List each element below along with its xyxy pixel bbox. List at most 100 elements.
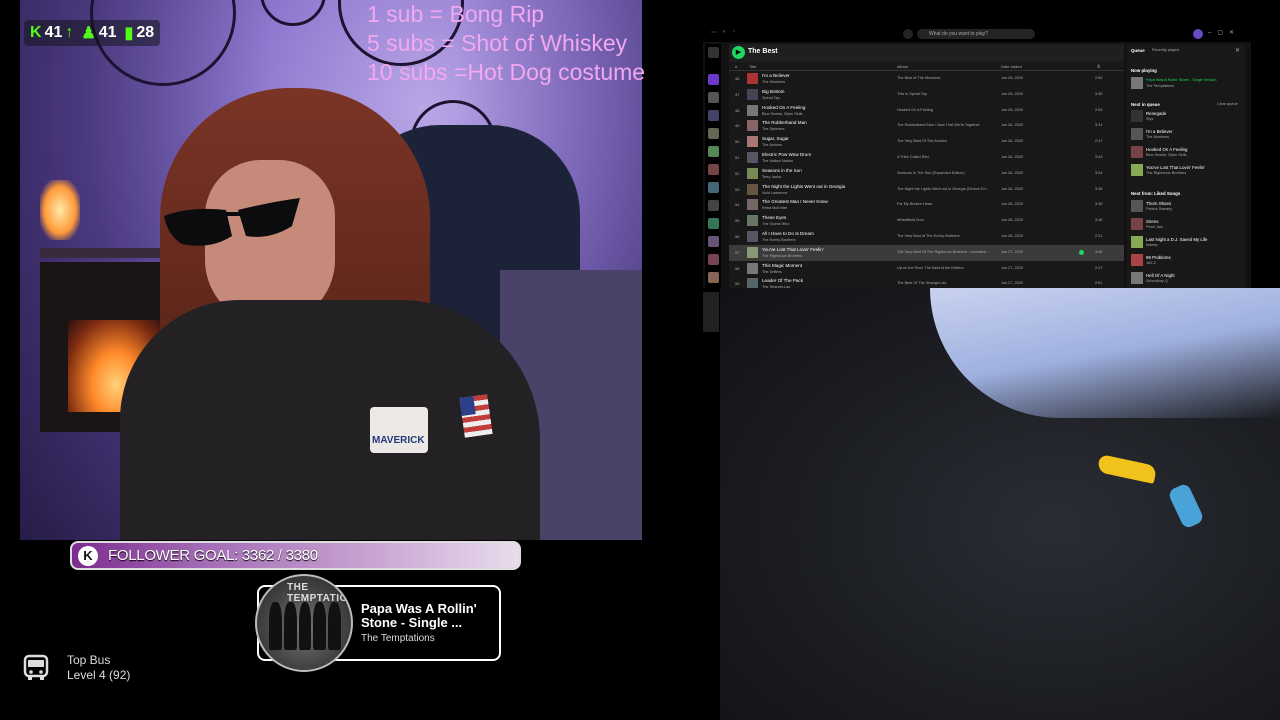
track-row[interactable]: 47 Big Bottom Spinal Tap This Is Spinal Tap… xyxy=(729,87,1124,103)
track-title[interactable]: Electric Pow Wow Drum xyxy=(762,152,811,157)
library-item[interactable] xyxy=(708,110,719,121)
library-item[interactable] xyxy=(708,254,719,265)
track-album[interactable]: The Rubberband Man / Now That We're Toge… xyxy=(897,123,995,127)
clear-queue-button[interactable]: Clear queue xyxy=(1217,102,1238,106)
track-album[interactable]: Seasons In The Sun (Expanded Edition) xyxy=(897,171,995,175)
track-artist[interactable]: The Spinners xyxy=(762,127,785,131)
queue-item-artist[interactable]: JAY-Z xyxy=(1146,261,1156,265)
track-album[interactable]: Hooked On A Feeling xyxy=(897,108,995,112)
library-item[interactable] xyxy=(708,92,719,103)
search-input[interactable]: What do you want to play? xyxy=(917,29,1035,39)
back-arrow-icon[interactable]: ‹ xyxy=(723,29,725,35)
queue-tab[interactable]: Queue xyxy=(1131,48,1145,53)
queue-item-artist[interactable]: Pearl Jam xyxy=(1146,225,1163,229)
track-title[interactable]: The Night the Lights Went out in Georgia xyxy=(762,184,845,189)
queue-item-title[interactable]: I'm a Believer xyxy=(1146,129,1172,134)
close-icon[interactable]: ✕ xyxy=(1235,47,1240,54)
queue-item-artist[interactable]: Indeep xyxy=(1146,243,1158,247)
queue-item-artist[interactable]: Blue Swede, Björn Skifs xyxy=(1146,153,1187,157)
queue-item-artist[interactable]: Schoolboy Q xyxy=(1146,279,1168,283)
col-date[interactable]: Date added xyxy=(1001,64,1022,69)
queue-item-title[interactable]: Hooked On A Feeling xyxy=(1146,147,1188,152)
track-artist[interactable]: The Halluci Nation xyxy=(762,159,793,163)
queue-item-title[interactable]: Thorn Shoes xyxy=(1146,201,1171,206)
queue-item-artist[interactable]: Styx xyxy=(1146,117,1153,121)
track-row[interactable]: 52 Seasons in the Sun Terry Jacks Seasons I… xyxy=(729,166,1124,182)
track-title[interactable]: I'm a Believer xyxy=(762,73,790,78)
track-title[interactable]: The Greatest Man I Never Knew xyxy=(762,199,828,204)
queue-item-title[interactable]: Last Night a D.J. Saved My Life xyxy=(1146,237,1208,242)
library-item[interactable] xyxy=(708,182,719,193)
track-album[interactable]: This Is Spinal Tap xyxy=(897,92,995,96)
library-item[interactable] xyxy=(708,146,719,157)
track-title[interactable]: All I Have to Do Is Dream xyxy=(762,231,814,236)
track-album[interactable]: The Very Best of The Everly Brothers xyxy=(897,234,995,238)
track-album[interactable]: Up on the Roof: The Best of the Drifters xyxy=(897,266,995,270)
track-artist[interactable]: Vicki Lawrence xyxy=(762,191,787,195)
library-item[interactable] xyxy=(708,164,719,175)
track-album[interactable]: For My Broken Heart xyxy=(897,202,995,206)
queue-item-artist[interactable]: Patrick Sweany xyxy=(1146,207,1172,211)
track-album[interactable]: Wheatfield Soul xyxy=(897,218,995,222)
track-row[interactable]: 50 Sugar, Sugar The Archies The Very Best O… xyxy=(729,134,1124,150)
liked-check-icon[interactable] xyxy=(1079,249,1084,255)
track-album[interactable]: The Very Best Of The Archies xyxy=(897,139,995,143)
track-row[interactable]: 56 All I Have to Do Is Dream The Everly Br… xyxy=(729,229,1124,245)
library-item[interactable] xyxy=(708,272,719,283)
track-title[interactable]: Seasons in the Sun xyxy=(762,168,802,173)
track-artist[interactable]: The Guess Who xyxy=(762,222,789,226)
track-title[interactable]: These Eyes xyxy=(762,215,786,220)
col-title[interactable]: Title xyxy=(749,64,756,69)
window-controls[interactable]: –▢✕ xyxy=(1208,29,1240,36)
library-item[interactable] xyxy=(708,200,719,211)
track-artist[interactable]: The Archies xyxy=(762,143,782,147)
track-row[interactable]: 49 The Rubberband Man The Spinners The Rubb… xyxy=(729,118,1124,134)
track-title[interactable]: The Rubberband Man xyxy=(762,120,807,125)
queue-item-title[interactable]: Hell Of A Night xyxy=(1146,273,1175,278)
track-album[interactable]: The Very Best Of The Righteous Brothers … xyxy=(897,250,995,254)
track-row[interactable]: 54 The Greatest Man I Never Knew Reba McEn… xyxy=(729,197,1124,213)
track-artist[interactable]: The Monkees xyxy=(762,80,785,84)
clock-icon[interactable]: ⏱ xyxy=(1097,64,1100,69)
more-menu-icon[interactable]: ⋯ xyxy=(711,29,717,36)
track-title[interactable]: Leader Of The Pack xyxy=(762,278,803,283)
track-title[interactable]: Sugar, Sugar xyxy=(762,136,789,141)
forward-arrow-icon[interactable]: › xyxy=(733,29,735,35)
track-row[interactable]: 46 I'm a Believer The Monkees The Best of T… xyxy=(729,71,1124,87)
track-album[interactable]: The Best of The Monkees xyxy=(897,76,995,80)
user-avatar[interactable] xyxy=(1193,29,1203,39)
track-artist[interactable]: Blue Swede, Björn Skifs xyxy=(762,112,803,116)
play-icon[interactable]: ▶ xyxy=(732,46,745,59)
library-item[interactable] xyxy=(708,74,719,85)
library-item[interactable] xyxy=(708,128,719,139)
track-artist[interactable]: Spinal Tap xyxy=(762,96,780,100)
queue-item-title[interactable]: You've Lost That Lovin' Feelin' xyxy=(1146,165,1205,170)
track-artist[interactable]: The Drifters xyxy=(762,270,782,274)
home-button[interactable] xyxy=(903,29,913,39)
track-row[interactable]: 48 Hooked On A Feeling Blue Swede, Björn S… xyxy=(729,103,1124,119)
track-artist[interactable]: The Everly Brothers xyxy=(762,238,796,242)
track-row[interactable]: 51 Electric Pow Wow Drum The Halluci Natio… xyxy=(729,150,1124,166)
track-album[interactable]: The Best Of The Shangri-Las xyxy=(897,281,995,285)
track-row[interactable]: 59 Leader Of The Pack The Shangri-Las The B… xyxy=(729,276,1124,288)
queue-now-title[interactable]: Papa Was A Rollin' Stone - Single Versio… xyxy=(1146,78,1216,82)
track-row[interactable]: 58 This Magic Moment The Drifters Up on the… xyxy=(729,261,1124,277)
queue-item-title[interactable]: Sirens xyxy=(1146,219,1158,224)
track-artist[interactable]: The Righteous Brothers xyxy=(762,254,802,258)
track-title[interactable]: You've Lost That Lovin' Feelin' xyxy=(762,247,824,252)
library-item[interactable] xyxy=(708,218,719,229)
library-item[interactable] xyxy=(708,236,719,247)
track-row[interactable]: 57 You've Lost That Lovin' Feelin' The Rig… xyxy=(729,244,1124,261)
queue-item-title[interactable]: Renegade xyxy=(1146,111,1166,116)
library-icon[interactable] xyxy=(708,47,719,58)
track-title[interactable]: This Magic Moment xyxy=(762,263,802,268)
queue-item-artist[interactable]: The Monkees xyxy=(1146,135,1169,139)
recently-played-tab[interactable]: Recently played xyxy=(1152,48,1179,52)
track-title[interactable]: Big Bottom xyxy=(762,89,784,94)
track-album[interactable]: The Night the Lights Went out in Georgia… xyxy=(897,187,995,191)
track-artist[interactable]: Terry Jacks xyxy=(762,175,781,179)
queue-now-artist[interactable]: The Temptations xyxy=(1146,84,1174,88)
queue-item-artist[interactable]: The Righteous Brothers xyxy=(1146,171,1186,175)
track-row[interactable]: 55 These Eyes The Guess Who Wheatfield Soul… xyxy=(729,213,1124,229)
col-album[interactable]: Album xyxy=(897,64,908,69)
